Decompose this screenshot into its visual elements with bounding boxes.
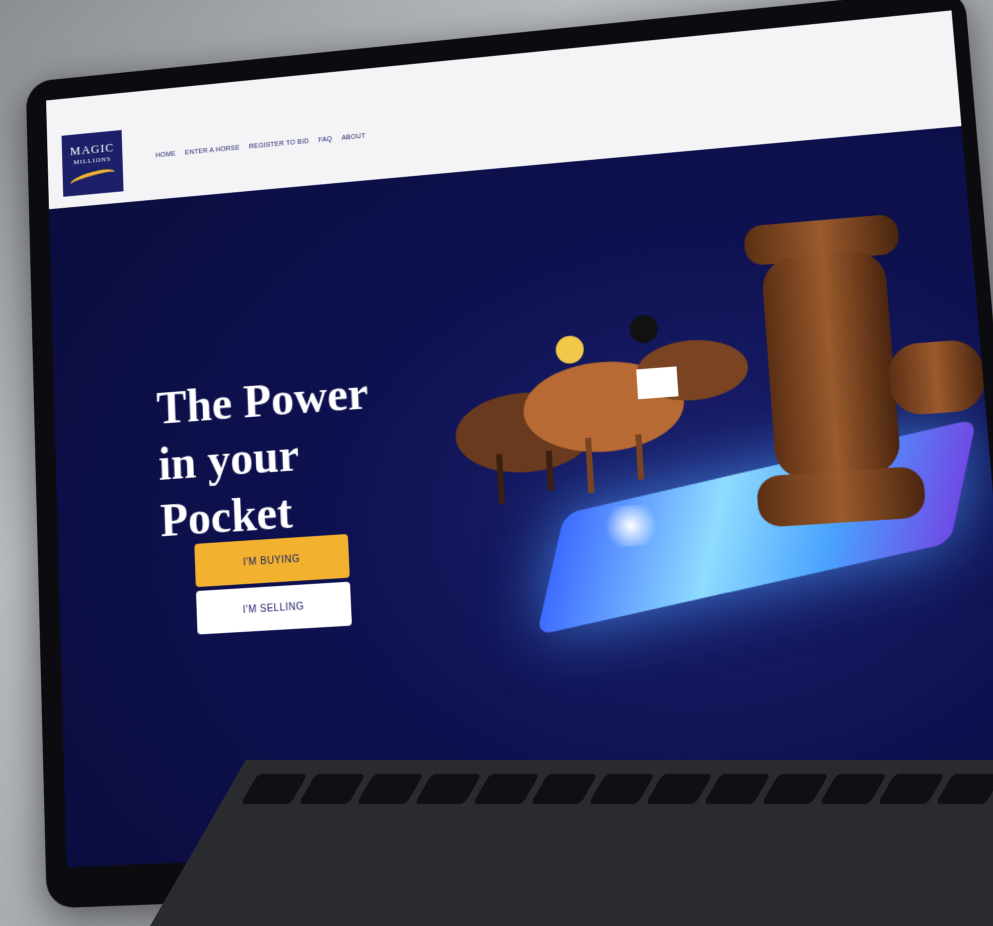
keyboard-key (472, 774, 539, 804)
hero-title-line2: in your (158, 429, 300, 490)
site-header: MAGIC MILLIONS HOME ENTER A HORSE REGIST… (46, 10, 961, 209)
keyboard-key (414, 774, 481, 804)
brand-logo[interactable]: MAGIC MILLIONS (62, 130, 124, 197)
im-selling-button[interactable]: I'M SELLING (196, 582, 352, 635)
keyboard-key (878, 774, 945, 804)
hero-title-line1: The Power (156, 367, 370, 434)
keyboard-key (820, 774, 887, 804)
im-buying-button[interactable]: I'M BUYING (194, 534, 349, 587)
gavel-illustration (701, 187, 993, 550)
main-nav: HOME ENTER A HORSE REGISTER TO BID FAQ A… (155, 133, 365, 159)
keyboard-key (530, 774, 597, 804)
keyboard-key (240, 774, 307, 804)
keyboard-key (762, 774, 829, 804)
logo-swoosh-icon (69, 166, 116, 191)
keyboard-key (356, 774, 423, 804)
laptop-keyboard (150, 760, 993, 926)
keyboard-key (646, 774, 713, 804)
light-glow (599, 504, 662, 548)
keyboard-key (588, 774, 655, 804)
laptop: MAGIC MILLIONS HOME ENTER A HORSE REGIST… (0, 0, 993, 926)
hero-title: The Power in your Pocket (156, 360, 451, 550)
nav-faq[interactable]: FAQ (318, 136, 332, 144)
nav-about[interactable]: ABOUT (341, 133, 365, 142)
browser-screen: MAGIC MILLIONS HOME ENTER A HORSE REGIST… (46, 10, 993, 867)
keyboard-key (704, 774, 771, 804)
nav-home[interactable]: HOME (155, 151, 175, 159)
keyboard-key (936, 774, 993, 804)
nav-enter-horse[interactable]: ENTER A HORSE (185, 145, 240, 157)
nav-register-to-bid[interactable]: REGISTER TO BID (249, 138, 309, 150)
keyboard-key (298, 774, 365, 804)
